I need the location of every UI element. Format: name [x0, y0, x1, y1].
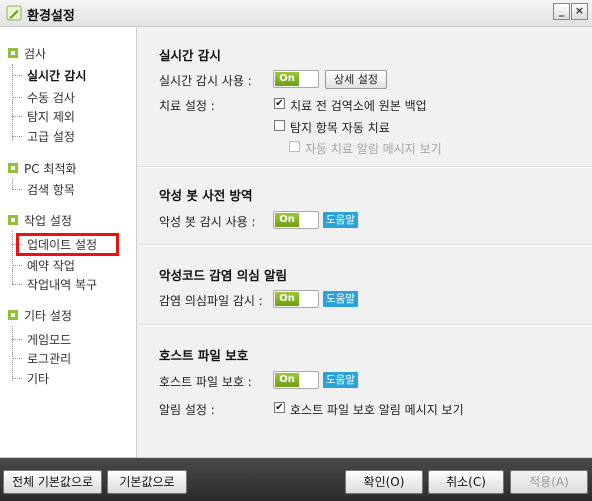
hosts-alert-label: 알림 설정 : — [159, 403, 215, 417]
bot-help-button[interactable]: 도움말 — [323, 212, 358, 228]
close-button[interactable]: × — [571, 3, 588, 20]
bot-toggle[interactable]: On — [273, 211, 319, 229]
reset-all-button[interactable]: 전체 기본값으로 — [3, 470, 102, 494]
bot-use-label: 악성 봇 감시 사용 : — [159, 215, 256, 229]
detail-settings-button[interactable]: 상세 설정 — [325, 70, 387, 89]
minimize-button[interactable]: _ — [553, 3, 570, 20]
section-divider — [137, 167, 592, 168]
highlight-box — [16, 233, 119, 256]
category-marker-icon — [8, 48, 18, 58]
settings-sidebar: 검사 실시간 감시 수동 검사 탐지 제외 고급 설정 PC 최적화 검색 항목… — [0, 27, 137, 457]
section-title-realtime: 실시간 감시 — [159, 48, 221, 63]
title-bar: 환경설정 _ × — [0, 0, 592, 27]
category-marker-icon — [8, 163, 18, 173]
realtime-toggle[interactable]: On — [273, 70, 319, 88]
apply-button[interactable]: 적용(A) — [510, 470, 588, 494]
section-title-bot: 악성 봇 사전 방역 — [159, 188, 253, 203]
treatment-label: 치료 설정 : — [159, 99, 215, 113]
checkbox-checked-icon: ✔ — [274, 98, 285, 109]
suspect-help-button[interactable]: 도움말 — [323, 291, 358, 307]
reset-button[interactable]: 기본값으로 — [107, 470, 187, 494]
category-marker-icon — [8, 310, 18, 320]
footer-bar: 전체 기본값으로 기본값으로 확인(O) 취소(C) 적용(A) — [0, 457, 592, 501]
checkbox-unchecked-icon — [274, 120, 285, 131]
suspect-use-label: 감염 의심파일 감시 : — [159, 294, 263, 308]
realtime-use-label: 실시간 감시 사용 : — [159, 74, 252, 88]
checkbox-checked-icon: ✔ — [274, 402, 285, 413]
section-divider — [137, 325, 592, 326]
settings-panel: 실시간 감시 실시간 감시 사용 : On 상세 설정 치료 설정 : ✔ 치료… — [137, 27, 592, 457]
section-divider — [137, 245, 592, 246]
tree-line — [12, 326, 13, 381]
suspect-toggle[interactable]: On — [273, 290, 319, 308]
category-label: 기타 설정 — [24, 309, 72, 323]
section-title-hosts: 호스트 파일 보호 — [159, 348, 249, 363]
tree-line — [12, 179, 13, 188]
category-label: PC 최적화 — [24, 162, 77, 176]
section-title-suspect: 악성코드 감염 의심 알림 — [159, 268, 288, 283]
hosts-toggle[interactable]: On — [273, 371, 319, 389]
hosts-help-button[interactable]: 도움말 — [323, 372, 358, 388]
checkbox-unchecked-icon — [289, 141, 300, 152]
hosts-use-label: 호스트 파일 보호 : — [159, 375, 252, 389]
window-title: 환경설정 — [27, 9, 75, 24]
ok-button[interactable]: 확인(O) — [345, 470, 423, 494]
category-marker-icon — [8, 215, 18, 225]
category-label: 검사 — [24, 47, 47, 61]
category-label: 작업 설정 — [24, 214, 72, 228]
cancel-button[interactable]: 취소(C) — [428, 470, 504, 494]
tree-line — [12, 231, 13, 284]
settings-pen-icon — [6, 5, 22, 21]
